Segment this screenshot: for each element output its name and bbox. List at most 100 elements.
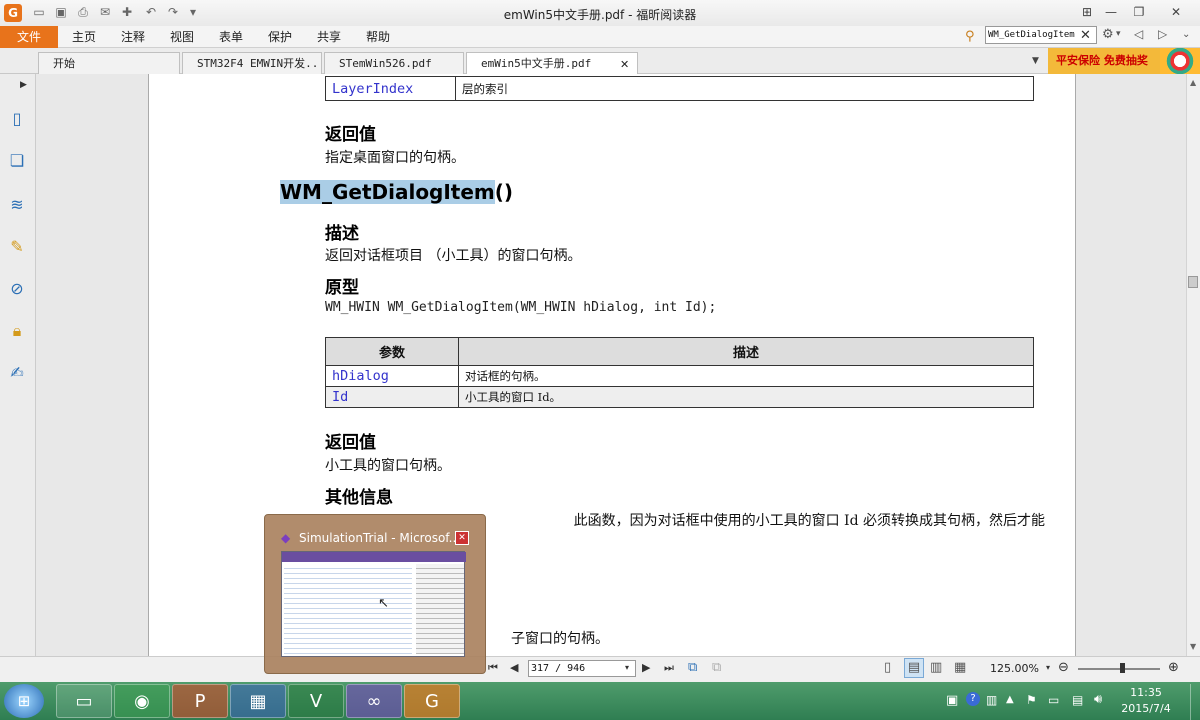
menu-form[interactable]: 表单 xyxy=(219,26,243,48)
return-value-text: 小工具的窗口句柄。 xyxy=(325,458,451,474)
preview-thumbnail: ↖ xyxy=(281,551,466,657)
single-page-icon[interactable]: ▯ xyxy=(884,660,891,675)
continuous-facing-icon[interactable]: ▦ xyxy=(954,660,966,675)
clock-date: 2015/7/4 xyxy=(1121,702,1171,715)
page-number-input[interactable]: 317 / 946 xyxy=(528,660,636,677)
next-view-icon[interactable]: ⧉ xyxy=(712,660,721,675)
qt-creator-icon[interactable]: ◉ xyxy=(114,684,170,718)
search-icon[interactable]: ⚲ xyxy=(965,29,975,44)
returns-text: 指定桌面窗口的句柄。 xyxy=(325,150,465,166)
start-button[interactable]: ⊞ xyxy=(4,684,44,718)
menu-comment[interactable]: 注释 xyxy=(121,26,145,48)
foxit-reader-icon[interactable]: G xyxy=(404,684,460,718)
param-hdialog: hDialog xyxy=(325,365,459,387)
collapse-ribbon-icon[interactable]: ⌄ xyxy=(1182,29,1190,40)
system-clock[interactable]: 11:35 2015/7/4 xyxy=(1112,685,1180,717)
zoom-in-icon[interactable]: ⊕ xyxy=(1168,660,1179,675)
clock-time: 11:35 xyxy=(1130,686,1162,699)
search-highlight: WM_GetDialogItem xyxy=(280,180,495,204)
tab-list-dropdown-icon[interactable]: ▼ xyxy=(1032,56,1039,66)
additional-info-heading: 其他信息 xyxy=(325,488,393,508)
layers-icon[interactable]: ≋ xyxy=(6,194,28,216)
scrollbar-thumb[interactable] xyxy=(1188,276,1198,288)
layout-icon[interactable]: ⊞ xyxy=(1076,3,1098,21)
pages-icon[interactable]: ❏ xyxy=(6,150,28,172)
description-heading: 描述 xyxy=(325,224,359,244)
gui-builder-icon[interactable]: ▦ xyxy=(230,684,286,718)
clear-search-icon[interactable]: ✕ xyxy=(1080,28,1091,43)
network-icon[interactable]: ▤ xyxy=(1072,693,1083,707)
tray-display-icon[interactable]: ▭ xyxy=(1048,693,1059,707)
page-dropdown-icon[interactable]: ▾ xyxy=(625,663,629,672)
zoom-out-icon[interactable]: ⊖ xyxy=(1058,660,1069,675)
return-value-heading: 返回值 xyxy=(325,433,376,453)
previous-view-icon[interactable]: ⧉ xyxy=(688,660,697,675)
help-tray-icon[interactable]: ? xyxy=(966,692,980,706)
visual-studio-icon: ◆ xyxy=(281,531,291,545)
prototype-heading: 原型 xyxy=(325,278,359,298)
facing-page-icon[interactable]: ▥ xyxy=(930,660,942,675)
scroll-up-icon[interactable]: ▲ xyxy=(1190,78,1196,87)
attachment-icon[interactable]: ⊘ xyxy=(6,278,28,300)
prize-wheel-icon[interactable] xyxy=(1160,48,1200,74)
last-page-icon[interactable]: ⏭ xyxy=(664,661,674,675)
tab-emwin5-manual[interactable]: emWin5中文手册.pdf xyxy=(466,52,638,74)
keil-uvision-icon[interactable]: V xyxy=(288,684,344,718)
network-tray-icon[interactable]: ▣ xyxy=(946,693,958,708)
scroll-down-icon[interactable]: ▼ xyxy=(1190,642,1196,651)
param-header: 参数 xyxy=(325,337,459,366)
expand-panel-icon[interactable]: ▶ xyxy=(20,80,27,90)
signature-icon[interactable]: ✍ xyxy=(6,362,28,384)
maximize-button[interactable]: ❐ xyxy=(1128,3,1150,21)
next-result-icon[interactable]: ▷ xyxy=(1158,27,1167,41)
zoom-dropdown-icon[interactable]: ▾ xyxy=(1046,663,1050,672)
taskbar-preview-window[interactable]: ◆ SimulationTrial - Microsof... ✕ ↖ xyxy=(264,514,486,674)
vertical-scrollbar[interactable] xyxy=(1186,74,1200,656)
comments-icon[interactable]: ✎ xyxy=(6,236,28,258)
settings-gear-icon[interactable]: ⚙ xyxy=(1102,27,1114,42)
visual-studio-taskbar-icon[interactable]: ∞ xyxy=(346,684,402,718)
file-menu[interactable]: 文件 xyxy=(0,26,58,48)
preview-close-button[interactable]: ✕ xyxy=(455,531,469,545)
show-desktop-button[interactable] xyxy=(1190,684,1200,720)
first-page-icon[interactable]: ⏮ xyxy=(488,661,498,675)
menu-share[interactable]: 共享 xyxy=(317,26,341,48)
lock-icon[interactable]: 🔒︎ xyxy=(6,320,28,342)
menu-home[interactable]: 主页 xyxy=(72,26,96,48)
menu-view[interactable]: 视图 xyxy=(170,26,194,48)
explorer-icon[interactable]: ▭ xyxy=(56,684,112,718)
minimize-button[interactable]: — xyxy=(1100,3,1122,21)
zoom-level[interactable]: 125.00% xyxy=(990,662,1039,675)
close-button[interactable]: ✕ xyxy=(1158,3,1194,21)
window-title: emWin5中文手册.pdf - 福昕阅读器 xyxy=(503,8,697,22)
zoom-slider[interactable] xyxy=(1078,668,1160,670)
additional-info-text-2: 子窗口的句柄。 xyxy=(511,631,609,647)
show-hidden-icons[interactable]: ▲ xyxy=(1006,694,1014,705)
prev-result-icon[interactable]: ◁ xyxy=(1134,27,1143,41)
tab-close-icon[interactable]: ✕ xyxy=(620,58,629,71)
param-name: LayerIndex xyxy=(325,76,456,101)
page-thumbnail-icon[interactable]: ▯ xyxy=(6,108,28,130)
continuous-page-icon[interactable]: ▤ xyxy=(904,658,924,678)
tab-stemwin526[interactable]: STemWin526.pdf xyxy=(324,52,464,74)
tray-app-icon[interactable]: ▥ xyxy=(986,693,997,707)
tab-start[interactable]: 开始 xyxy=(38,52,180,74)
chevron-down-icon[interactable]: ▾ xyxy=(1116,29,1121,39)
menu-protect[interactable]: 保护 xyxy=(268,26,292,48)
layer-param-table: LayerIndex 层的索引 xyxy=(325,76,1034,101)
volume-icon[interactable]: 🔊︎ xyxy=(1094,692,1102,707)
menu-help[interactable]: 帮助 xyxy=(366,26,390,48)
powerpoint-icon[interactable]: P xyxy=(172,684,228,718)
desc-header: 描述 xyxy=(458,337,1034,366)
prev-page-icon[interactable]: ◀ xyxy=(510,661,518,674)
document-viewport: LayerIndex 层的索引 返回值 指定桌面窗口的句柄。 WM_GetDia… xyxy=(36,74,1186,656)
param-desc: 层的索引 xyxy=(455,76,1034,101)
preview-title: SimulationTrial - Microsof... xyxy=(299,531,461,545)
action-center-icon[interactable]: ⚑ xyxy=(1026,693,1037,707)
next-page-icon[interactable]: ▶ xyxy=(642,661,650,674)
tab-stm32-emwin[interactable]: STM32F4 EMWIN开发... xyxy=(182,52,322,74)
param-hdialog-desc: 对话框的句柄。 xyxy=(458,365,1034,387)
zoom-slider-thumb[interactable] xyxy=(1120,663,1125,673)
param-id: Id xyxy=(325,386,459,408)
description-text: 返回对话框项目 （小工具）的窗口句柄。 xyxy=(325,248,582,264)
